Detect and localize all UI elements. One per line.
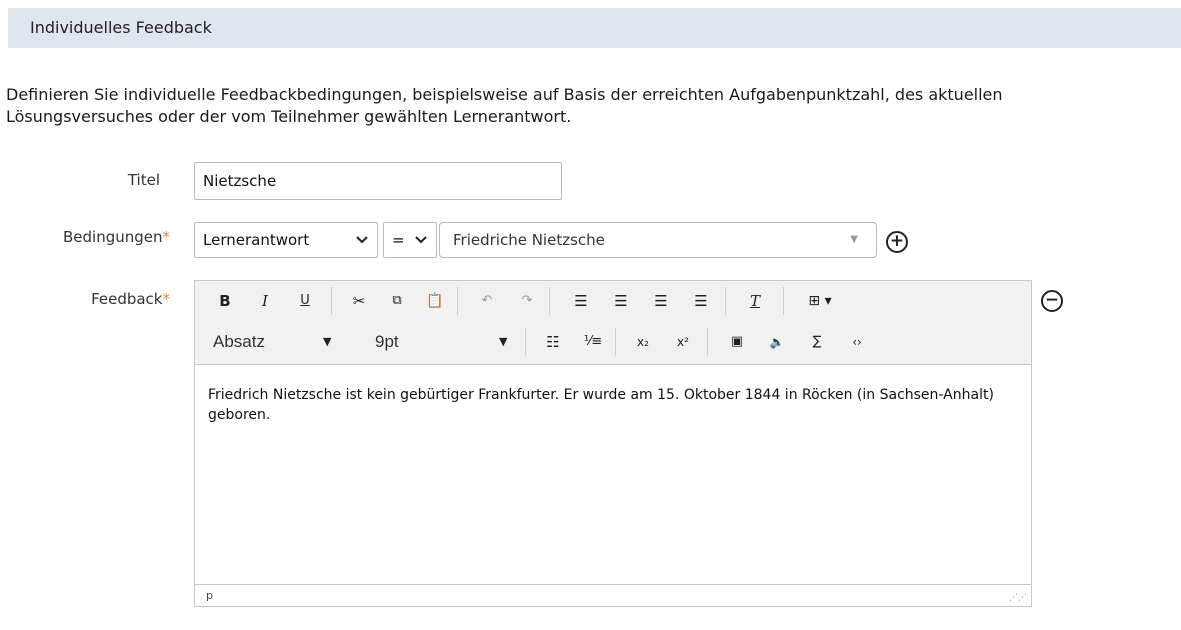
condition-value-select[interactable]: Friedriche Nietzsche ▼ xyxy=(439,222,877,258)
intro-line-2: Lösungsversuches oder der vom Teilnehmer… xyxy=(6,107,572,126)
toolbar-separator xyxy=(525,328,526,356)
triangle-down-icon: ▼ xyxy=(850,234,858,245)
align-center-button[interactable]: ☰ xyxy=(607,287,635,315)
editor-content-text: Friedrich Nietzsche ist kein gebürtiger … xyxy=(208,387,994,423)
table-button[interactable]: ⊞ ▾ xyxy=(795,287,845,315)
undo-button[interactable]: ↶ xyxy=(473,287,501,315)
sigma-icon: ∑ xyxy=(812,334,822,349)
undo-icon: ↶ xyxy=(481,293,493,308)
format-select[interactable]: Absatz xyxy=(213,328,265,356)
toolbar-separator xyxy=(615,328,616,356)
clear-format-button[interactable]: T xyxy=(741,287,769,315)
bold-button[interactable]: B xyxy=(211,287,239,315)
insert-formula-button[interactable]: ∑ xyxy=(803,328,831,356)
editor-toolbar: B I U ✂ ⧉ 📋 ↶ ↷ ☰ ☰ ☰ ☰ T ⊞ ▾ Absatz ▼ 9… xyxy=(195,281,1031,365)
intro-text: Definieren Sie individuelle Feedbackbedi… xyxy=(6,84,1181,128)
editor-statusbar: p ⋰⋰ xyxy=(195,584,1031,606)
table-icon: ⊞ ▾ xyxy=(808,293,832,309)
rich-text-editor: B I U ✂ ⧉ 📋 ↶ ↷ ☰ ☰ ☰ ☰ T ⊞ ▾ Absatz ▼ 9… xyxy=(194,280,1032,607)
chevron-down-icon xyxy=(356,236,368,244)
conditions-label-text: Bedingungen xyxy=(62,228,163,246)
conditions-label: Bedingungen* xyxy=(10,228,170,246)
underline-button[interactable]: U xyxy=(291,287,319,315)
condition-type-value: Lernerantwort xyxy=(203,231,310,249)
resize-handle-icon[interactable]: ⋰⋰ xyxy=(1009,594,1027,603)
required-asterisk: * xyxy=(162,228,171,246)
italic-icon: I xyxy=(262,292,268,310)
align-center-icon: ☰ xyxy=(614,292,628,310)
remove-feedback-button[interactable]: − xyxy=(1041,290,1063,312)
toolbar-separator xyxy=(549,287,550,315)
underline-icon: U xyxy=(300,293,310,308)
toolbar-separator xyxy=(725,287,726,315)
toolbar-separator xyxy=(707,328,708,356)
copy-button[interactable]: ⧉ xyxy=(383,287,411,315)
font-size-value: 9pt xyxy=(375,332,399,351)
image-icon: ▣ xyxy=(730,334,744,349)
condition-value: Friedriche Nietzsche xyxy=(453,231,605,249)
redo-button[interactable]: ↷ xyxy=(513,287,541,315)
plus-circle-icon: + xyxy=(889,231,905,251)
align-justify-button[interactable]: ☰ xyxy=(687,287,715,315)
intro-line-1: Definieren Sie individuelle Feedbackbedi… xyxy=(6,85,1003,104)
align-left-button[interactable]: ☰ xyxy=(567,287,595,315)
section-title: Individuelles Feedback xyxy=(30,18,212,37)
triangle-down-icon: ▼ xyxy=(499,335,508,348)
format-select-value: Absatz xyxy=(213,332,265,351)
feedback-label: Feedback* xyxy=(10,290,170,308)
condition-operator-select[interactable]: = xyxy=(383,222,437,258)
section-header: Individuelles Feedback xyxy=(8,8,1181,48)
redo-icon: ↷ xyxy=(521,293,533,308)
paste-icon: 📋 xyxy=(426,293,444,309)
subscript-icon: x₂ xyxy=(637,335,649,349)
element-path[interactable]: p xyxy=(206,589,213,602)
toolbar-separator xyxy=(783,287,784,315)
align-right-button[interactable]: ☰ xyxy=(647,287,675,315)
superscript-icon: x² xyxy=(677,335,689,349)
chevron-down-icon xyxy=(415,236,427,244)
feedback-label-text: Feedback xyxy=(91,290,163,308)
triangle-down-icon: ▼ xyxy=(323,335,332,348)
bullet-list-button[interactable]: ☷ xyxy=(539,328,567,356)
numbered-list-button[interactable]: ⅟≡ xyxy=(579,328,607,356)
editor-content[interactable]: Friedrich Nietzsche ist kein gebürtiger … xyxy=(208,385,1023,425)
align-right-icon: ☰ xyxy=(654,292,668,310)
subscript-button[interactable]: x₂ xyxy=(629,328,657,356)
insert-image-button[interactable]: ▣ xyxy=(723,328,751,356)
copy-icon: ⧉ xyxy=(392,293,402,308)
required-asterisk: * xyxy=(162,290,171,308)
toolbar-separator xyxy=(331,287,332,315)
code-icon: ‹› xyxy=(852,335,862,349)
add-condition-button[interactable]: + xyxy=(886,231,908,253)
paste-button[interactable]: 📋 xyxy=(421,287,449,315)
superscript-button[interactable]: x² xyxy=(669,328,697,356)
insert-audio-button[interactable]: 🔈 xyxy=(763,328,791,356)
audio-icon: 🔈 xyxy=(769,335,785,349)
condition-type-select[interactable]: Lernerantwort xyxy=(194,222,378,258)
title-input-value: Nietzsche xyxy=(203,172,277,190)
numbered-list-icon: ⅟≡ xyxy=(583,334,603,349)
clear-format-icon: T xyxy=(749,292,760,310)
bold-icon: B xyxy=(219,292,231,310)
toolbar-separator xyxy=(457,287,458,315)
title-label: Titel xyxy=(127,171,160,189)
align-left-icon: ☰ xyxy=(574,292,588,310)
minus-circle-icon: − xyxy=(1044,290,1060,310)
bullet-list-icon: ☷ xyxy=(546,333,560,351)
font-size-select[interactable]: 9pt xyxy=(375,328,399,356)
source-code-button[interactable]: ‹› xyxy=(843,328,871,356)
italic-button[interactable]: I xyxy=(251,287,279,315)
cut-icon: ✂ xyxy=(352,292,366,310)
cut-button[interactable]: ✂ xyxy=(345,287,373,315)
align-justify-icon: ☰ xyxy=(694,292,708,310)
condition-operator-value: = xyxy=(392,231,405,249)
title-input[interactable]: Nietzsche xyxy=(194,162,562,200)
